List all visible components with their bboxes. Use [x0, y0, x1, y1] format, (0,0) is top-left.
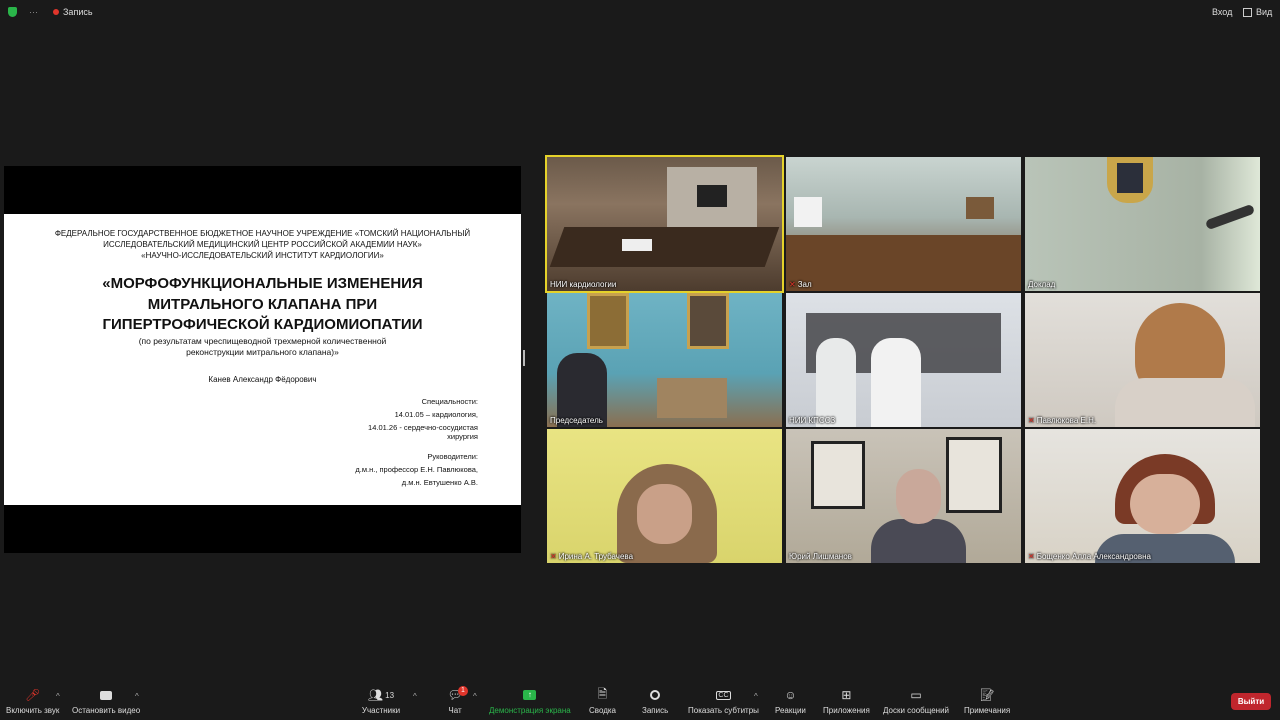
participant-tile[interactable]: ✕ Павлюкова Е.Н. [1025, 293, 1260, 427]
participant-tile[interactable]: НИИ кардиологии [545, 155, 784, 293]
summary-button[interactable]: 🗎 Сводка [589, 686, 616, 716]
participant-name-label: ✕ Ирина А. Трубачева [550, 552, 634, 561]
record-button[interactable]: Запись [642, 688, 668, 715]
participant-tile[interactable]: ✕ Зал [786, 157, 1021, 291]
apps-button[interactable]: ⊞ Приложения [823, 688, 870, 715]
chat-options-caret-icon[interactable]: ^ [473, 692, 477, 701]
chat-button[interactable]: 💬︎ 1 Чат [446, 686, 468, 715]
apps-icon: ⊞ [841, 688, 852, 702]
split-handle[interactable] [523, 350, 525, 366]
captions-button[interactable]: CC Показать субтитры [688, 688, 759, 715]
participant-tile[interactable]: ✕ Бощенко Алла Александровна [1025, 429, 1260, 563]
signin-button[interactable]: Вход [1212, 7, 1232, 17]
notes-button[interactable]: 📝︎ Примечания [964, 688, 1010, 715]
slide-advisors: Руководители: д.м.н., профессор Е.Н. Пав… [355, 452, 478, 487]
participant-name-label: Председатель [550, 416, 603, 425]
participant-tile[interactable]: Председатель [547, 293, 782, 427]
participants-count: 13 [385, 690, 395, 700]
slide-title: «МОРФОФУНКЦИОНАЛЬНЫЕ ИЗМЕНЕНИЯ МИТРАЛЬНО… [102, 275, 423, 333]
share-screen-icon: ↑ [521, 688, 539, 702]
share-screen-button[interactable]: ↑ Демонстрация экрана [489, 688, 571, 715]
notes-icon: 📝︎ [979, 688, 995, 702]
participants-icon: 👥︎ [367, 688, 384, 702]
participant-name-label: НИИ кардиологии [550, 280, 617, 289]
slide-specialties: Специальности: 14.01.05 – кардиология, 1… [368, 397, 478, 441]
participant-tile[interactable]: НИИ КПССЗ [786, 293, 1021, 427]
captions-options-caret-icon[interactable]: ^ [754, 692, 758, 701]
leave-button[interactable]: Выйти [1231, 693, 1271, 710]
top-bar: ⋯ Запись Вход Вид [0, 0, 1280, 26]
participant-name-label: Доклад [1028, 280, 1056, 289]
participant-tile[interactable]: Доклад [1025, 157, 1260, 291]
mic-muted-icon: ✕ [1028, 416, 1035, 425]
reactions-button[interactable]: ☺ Реакции [775, 688, 806, 715]
participant-tile[interactable]: Юрий Лишманов [786, 429, 1021, 563]
audio-options-caret-icon[interactable]: ^ [56, 692, 60, 701]
record-icon [646, 688, 664, 702]
recording-label: Запись [63, 7, 93, 17]
mic-muted-icon: ✕ [1028, 552, 1035, 561]
mic-muted-icon: 🎤︎ [25, 688, 41, 702]
recording-dot-icon [53, 9, 59, 15]
slide-subtitle: (по результатам чреспищеводной трехмерно… [138, 336, 387, 357]
unmute-button[interactable]: 🎤︎ Включить звук [6, 688, 59, 715]
presentation-slide: ФЕДЕРАЛЬНОЕ ГОСУДАРСТВЕННОЕ БЮДЖЕТНОЕ НА… [4, 214, 521, 505]
view-button[interactable]: Вид [1243, 7, 1272, 17]
recording-indicator[interactable]: Запись [53, 7, 93, 17]
mic-muted-icon: ✕ [550, 552, 557, 561]
participants-options-caret-icon[interactable]: ^ [413, 692, 417, 701]
meeting-toolbar: 🎤︎ Включить звук ^ Остановить видео ^ 👥︎… [0, 684, 1280, 720]
participant-tile[interactable]: ✕ Ирина А. Трубачева [547, 429, 782, 563]
shared-screen[interactable]: ФЕДЕРАЛЬНОЕ ГОСУДАРСТВЕННОЕ БЮДЖЕТНОЕ НА… [4, 166, 521, 553]
participant-name-label: ✕ Павлюкова Е.Н. [1028, 416, 1097, 425]
participant-name-label: Юрий Лишманов [789, 552, 852, 561]
reactions-icon: ☺ [784, 688, 797, 702]
mic-muted-icon: ✕ [789, 280, 796, 289]
participant-name-label: ✕ Бощенко Алла Александровна [1028, 552, 1151, 561]
video-options-caret-icon[interactable]: ^ [135, 692, 139, 701]
participant-name-label: ✕ Зал [789, 280, 812, 289]
security-shield-icon[interactable] [8, 7, 17, 17]
more-dots-icon[interactable]: ⋯ [29, 7, 38, 18]
grid-icon [1243, 7, 1252, 17]
whiteboards-button[interactable]: ▭ Доски сообщений [883, 688, 949, 715]
stop-video-button[interactable]: Остановить видео [72, 688, 140, 715]
whiteboard-icon: ▭ [910, 688, 922, 702]
slide-author: Канев Александр Фёдорович [208, 375, 317, 384]
camera-icon [97, 688, 115, 702]
chat-unread-badge: 1 [458, 686, 468, 696]
slide-organization: ФЕДЕРАЛЬНОЕ ГОСУДАРСТВЕННОЕ БЮДЖЕТНОЕ НА… [54, 229, 471, 260]
participants-button[interactable]: 👥︎ 13 Участники [361, 688, 401, 715]
summary-icon: 🗎 [597, 686, 608, 701]
participant-name-label: НИИ КПССЗ [789, 416, 836, 425]
captions-icon: CC [716, 690, 731, 700]
